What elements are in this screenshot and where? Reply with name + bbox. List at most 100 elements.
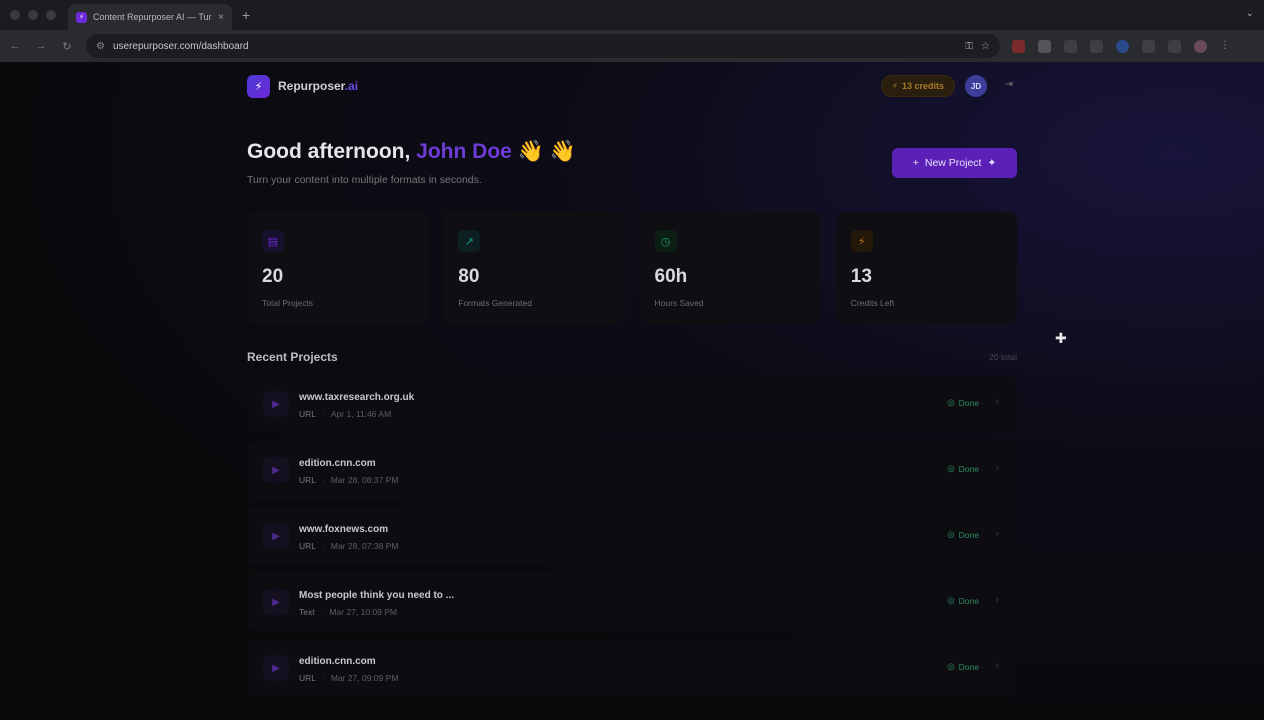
recent-projects-heading: Recent Projects: [247, 350, 338, 364]
play-icon: ▶: [263, 391, 289, 417]
greeting-subtitle: Turn your content into multiple formats …: [247, 174, 482, 186]
user-name: John Doe: [416, 140, 512, 163]
extension-pen-icon[interactable]: [1064, 39, 1077, 53]
extensions-area: ⋮: [1012, 39, 1230, 53]
project-meta: URL · Apr 1, 11:46 AM: [299, 409, 392, 419]
bolt-icon: ⚡: [850, 230, 873, 252]
minimize-window-button[interactable]: [28, 10, 38, 20]
check-circle-icon: ◎: [947, 529, 955, 539]
sparkles-icon: ✦: [987, 157, 997, 169]
wave-emoji: 👋 👋: [511, 140, 576, 163]
brand-name[interactable]: Repurposer.ai: [278, 79, 358, 93]
app-header: ⚡ Repurposer.ai ⚡ 13 credits JD ⇥: [247, 74, 1017, 98]
close-tab-icon[interactable]: ×: [218, 12, 224, 23]
separator-dot: ·: [322, 673, 325, 683]
mouse-cursor-icon: ✚: [1055, 330, 1067, 346]
forward-icon[interactable]: →: [28, 40, 54, 52]
project-title: edition.cnn.com: [299, 656, 376, 667]
logout-icon[interactable]: ⇥: [1005, 79, 1013, 90]
reload-icon[interactable]: ↻: [54, 40, 80, 53]
address-bar[interactable]: ⚙ userepurposer.com/dashboard ⚿ ☆: [86, 34, 1000, 58]
password-key-icon[interactable]: ⚿: [965, 41, 973, 52]
stat-card-total-projects: ▤ 20 Total Projects: [247, 212, 429, 324]
browser-tab-bar: ⚡ Content Repurposer AI — Tur × + ⌄: [0, 0, 1264, 30]
stat-value: 60h: [654, 266, 688, 287]
check-circle-icon: ◎: [947, 463, 955, 473]
play-icon: ▶: [263, 457, 289, 483]
check-circle-icon: ◎: [947, 661, 955, 671]
tab-search-icon[interactable]: ⌄: [1246, 8, 1254, 19]
browser-tab[interactable]: ⚡ Content Repurposer AI — Tur ×: [68, 4, 232, 30]
project-row[interactable]: ▶ Most people think you need to ... Text…: [247, 573, 1017, 631]
status-badge: ◎ Done: [947, 463, 979, 474]
recent-projects-list: ▶ www.taxresearch.org.uk URL · Apr 1, 11:4…: [247, 375, 1017, 705]
back-icon[interactable]: ←: [2, 40, 28, 52]
status-badge: ◎ Done: [947, 661, 979, 672]
play-icon: ▶: [263, 589, 289, 615]
maximize-window-button[interactable]: [46, 10, 56, 20]
project-row[interactable]: ▶ www.foxnews.com URL · Mar 28, 07:38 PM ◎…: [247, 507, 1017, 565]
status-badge: ◎ Done: [947, 397, 979, 408]
browser-toolbar: ← → ↻ ⚙ userepurposer.com/dashboard ⚿ ☆ …: [0, 30, 1264, 62]
project-row[interactable]: ▶ edition.cnn.com URL · Mar 27, 09:09 PM ◎…: [247, 639, 1017, 697]
extensions-puzzle-icon[interactable]: [1142, 39, 1155, 53]
new-project-button[interactable]: + New Project ✦: [892, 148, 1017, 178]
bolt-icon: ⚡: [891, 80, 898, 91]
profile-avatar-icon[interactable]: [1194, 39, 1207, 53]
clock-icon: ◷: [654, 230, 677, 252]
window-controls: [10, 10, 58, 20]
close-window-button[interactable]: [10, 10, 20, 20]
new-tab-button[interactable]: +: [242, 7, 250, 23]
extension-abp-icon[interactable]: [1012, 39, 1025, 53]
site-info-icon[interactable]: ⚙: [96, 41, 105, 52]
extension-save-icon[interactable]: [1090, 39, 1103, 53]
project-meta: URL · Mar 28, 07:38 PM: [299, 541, 399, 551]
play-icon: ▶: [263, 523, 289, 549]
trending-up-icon: ↗: [458, 230, 481, 252]
check-circle-icon: ◎: [947, 397, 955, 407]
separator-dot: ·: [322, 475, 325, 485]
browser-menu-icon[interactable]: ⋮: [1220, 40, 1230, 53]
bookmark-star-icon[interactable]: ☆: [981, 41, 990, 52]
project-row[interactable]: ▶ edition.cnn.com URL · Mar 28, 08:37 PM ◎…: [247, 441, 1017, 499]
logo-bolt-icon[interactable]: ⚡: [247, 74, 270, 98]
stat-card-hours-saved: ◷ 60h Hours Saved: [639, 212, 821, 324]
separator-dot: ·: [322, 409, 325, 419]
separator-dot: ·: [320, 607, 324, 617]
project-meta: URL · Mar 27, 09:09 PM: [299, 673, 399, 683]
credits-badge[interactable]: ⚡ 13 credits: [880, 75, 955, 97]
project-title: www.taxresearch.org.uk: [299, 392, 415, 403]
url-text: userepurposer.com/dashboard: [112, 40, 249, 52]
plus-icon: +: [912, 157, 919, 169]
chevron-right-icon: ›: [995, 528, 999, 539]
favicon-icon: ⚡: [76, 11, 87, 23]
page-viewport: ⚡ Repurposer.ai ⚡ 13 credits JD ⇥ Good a…: [0, 62, 1264, 720]
credits-label: 13 credits: [901, 81, 944, 91]
stat-value: 20: [262, 266, 284, 287]
extension-blue-icon[interactable]: [1116, 39, 1129, 53]
project-title: www.foxnews.com: [299, 524, 389, 535]
chevron-right-icon: ›: [995, 594, 999, 605]
chevron-right-icon: ›: [995, 396, 999, 407]
document-icon: ▤: [262, 230, 284, 252]
reading-list-icon[interactable]: [1168, 39, 1181, 53]
project-meta: URL · Mar 28, 08:37 PM: [299, 475, 399, 485]
project-row[interactable]: ▶ www.taxresearch.org.uk URL · Apr 1, 11:4…: [247, 375, 1017, 433]
stats-grid: ▤ 20 Total Projects ↗ 80 Formats Generat…: [247, 212, 1017, 324]
project-title: edition.cnn.com: [299, 458, 376, 469]
user-avatar[interactable]: JD: [965, 75, 987, 97]
project-meta: Text · Mar 27, 10:09 PM: [299, 607, 397, 617]
check-circle-icon: ◎: [947, 595, 955, 605]
chevron-right-icon: ›: [995, 462, 999, 473]
stat-label: Formats Generated: [458, 298, 532, 308]
stat-card-formats-generated: ↗ 80 Formats Generated: [443, 212, 625, 324]
tab-title: Content Repurposer AI — Tur: [93, 12, 212, 22]
stat-label: Credits Left: [850, 298, 895, 308]
chevron-right-icon: ›: [995, 660, 999, 671]
recent-projects-count: 20 total: [989, 352, 1017, 362]
extension-notes-icon[interactable]: [1038, 39, 1051, 53]
stat-value: 13: [850, 266, 872, 287]
status-badge: ◎ Done: [947, 529, 979, 540]
stat-label: Total Projects: [262, 298, 314, 308]
play-icon: ▶: [263, 655, 289, 681]
